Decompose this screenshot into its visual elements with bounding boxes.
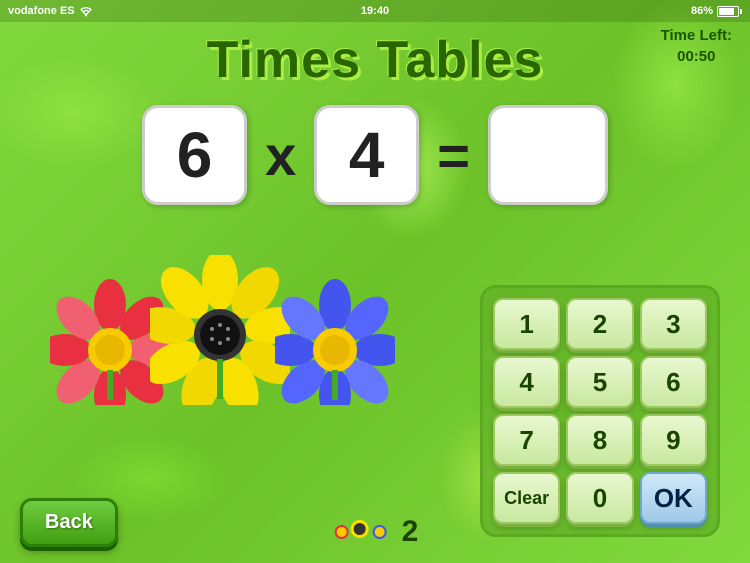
flower-blue [275,275,395,405]
key-9[interactable]: 9 [640,414,707,466]
time-left-label: Time Left: [661,25,732,46]
battery-percent: 86% [691,5,713,17]
key-4[interactable]: 4 [493,356,560,408]
key-8[interactable]: 8 [566,414,633,466]
key-1[interactable]: 1 [493,298,560,350]
equation-display: 6 x 4 = [0,105,750,205]
flower-yellow [150,255,290,405]
equation-equals: = [437,123,470,188]
key-3[interactable]: 3 [640,298,707,350]
key-6[interactable]: 6 [640,356,707,408]
status-left: vodafone ES [8,5,93,17]
status-center: 19:40 [361,5,389,17]
time-left-value: 00:50 [661,46,732,67]
time-left-display: Time Left: 00:50 [661,25,732,67]
carrier-label: vodafone ES [8,5,75,17]
key-2[interactable]: 2 [566,298,633,350]
title-text: Times Tables [0,30,750,90]
page-title: Times Tables [0,22,750,90]
battery-body [717,6,739,17]
score-flower-icons [332,514,392,549]
back-button[interactable]: Back [20,498,118,547]
score-value: 2 [402,515,419,549]
status-time: 19:40 [361,5,389,17]
key-7[interactable]: 7 [493,414,560,466]
equation-operator: x [265,123,296,188]
equation-answer [488,105,608,205]
status-bar: vodafone ES 19:40 86% [0,0,750,22]
key-5[interactable]: 5 [566,356,633,408]
key-0[interactable]: 0 [566,472,633,524]
equation-num2: 4 [314,105,419,205]
flowers-decoration [50,255,395,405]
battery-indicator [717,6,742,17]
wifi-icon [79,6,93,17]
key-ok[interactable]: OK [640,472,707,524]
key-clear[interactable]: Clear [493,472,560,524]
status-right: 86% [691,5,742,17]
battery-fill [719,8,734,15]
score-area: 2 [332,514,419,549]
keypad: 1 2 3 4 5 6 7 8 9 Clear 0 OK [480,285,720,537]
equation-num1: 6 [142,105,247,205]
battery-tip [740,9,742,14]
